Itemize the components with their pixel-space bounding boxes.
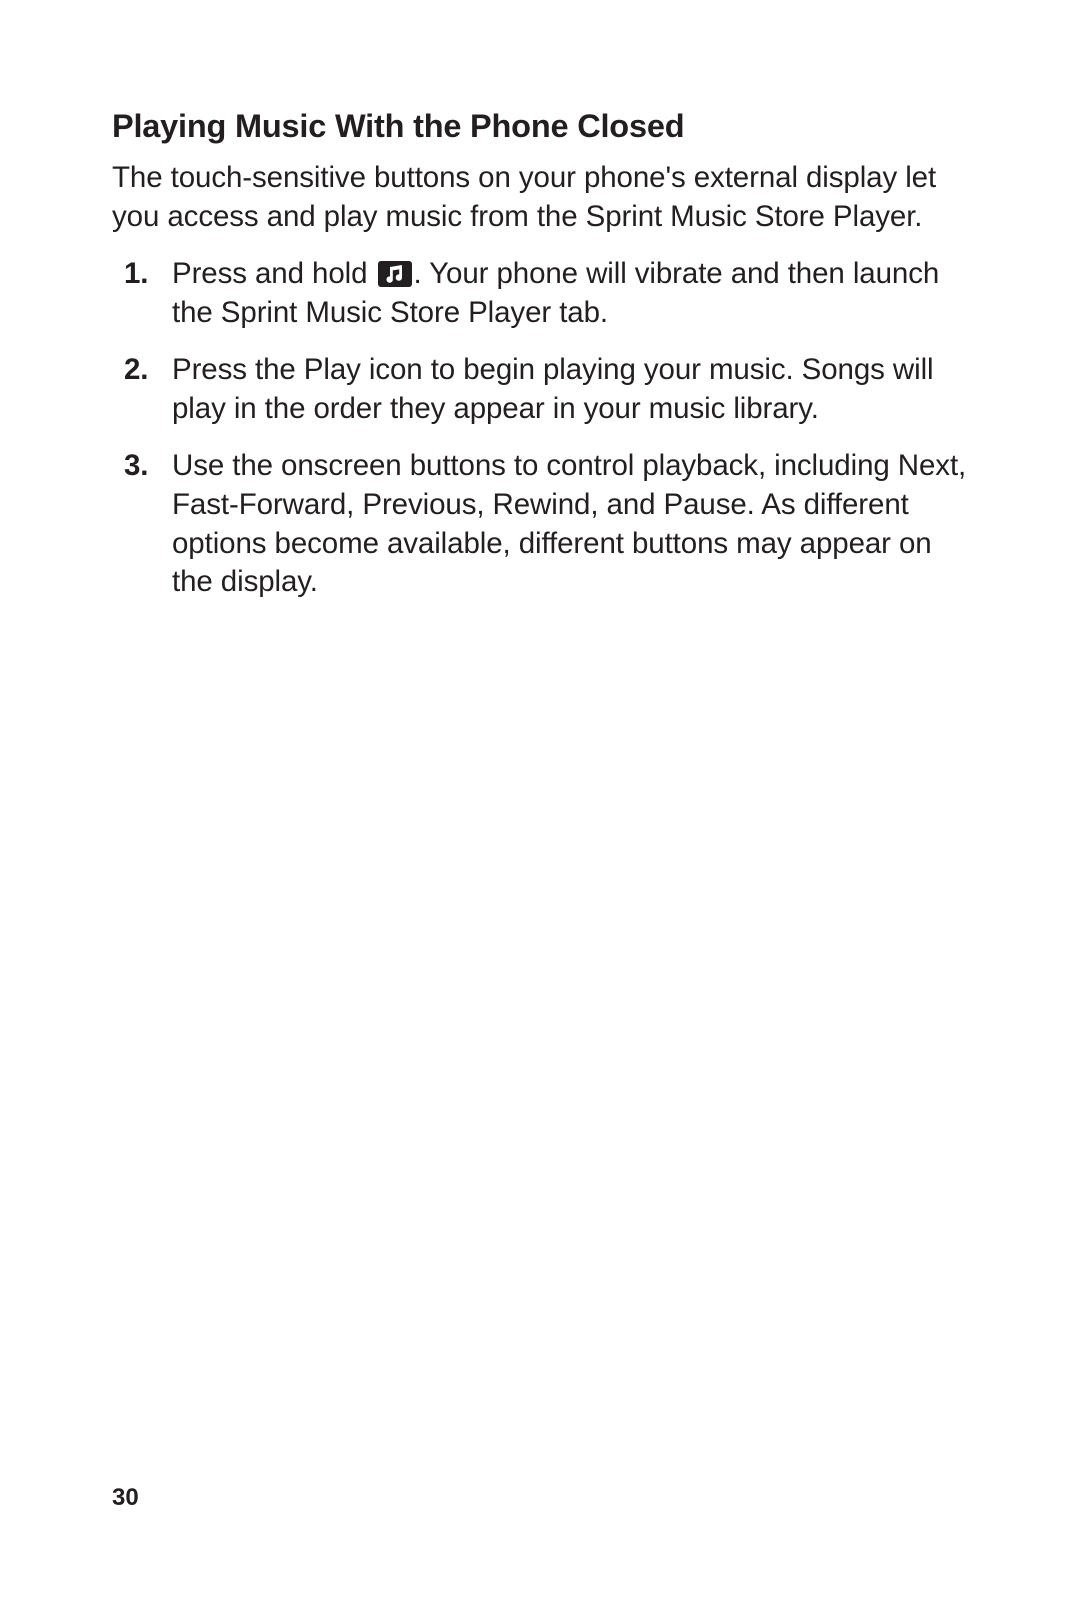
step-3-text: Use the onscreen buttons to control play… — [172, 449, 966, 599]
intro-paragraph: The touch-sensitive buttons on your phon… — [112, 159, 972, 237]
step-2-text: Press the Play icon to begin playing you… — [172, 353, 933, 425]
page-content: Playing Music With the Phone Closed The … — [112, 108, 972, 620]
step-3-number: 3. — [124, 447, 148, 486]
step-2: 2. Press the Play icon to begin playing … — [172, 351, 972, 429]
section-heading: Playing Music With the Phone Closed — [112, 108, 972, 145]
step-3: 3. Use the onscreen buttons to control p… — [172, 447, 972, 603]
steps-list: 1. Press and hold . Your phone will vibr… — [112, 255, 972, 603]
step-2-number: 2. — [124, 351, 148, 390]
page-number: 30 — [112, 1484, 139, 1512]
step-1-text-pre: Press and hold — [172, 257, 376, 290]
step-1: 1. Press and hold . Your phone will vibr… — [172, 255, 972, 333]
step-1-number: 1. — [124, 255, 148, 294]
music-icon — [378, 259, 412, 285]
